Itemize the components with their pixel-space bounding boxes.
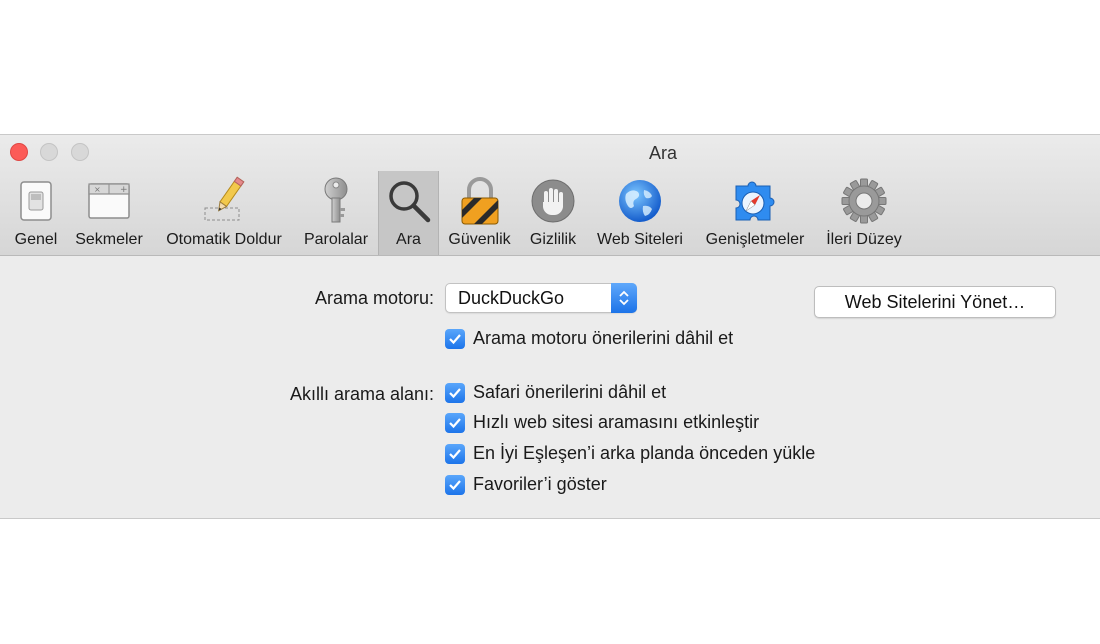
search-engine-label: Arama motoru: — [314, 288, 434, 308]
checkmark-icon — [445, 328, 465, 349]
preload-top-hit-checkbox[interactable]: En İyi Eşleşen’i arka planda önceden yük… — [445, 443, 815, 464]
globe-icon — [615, 175, 665, 227]
lock-icon — [455, 175, 505, 227]
key-icon — [311, 175, 361, 227]
show-favorites-checkbox[interactable]: Favoriler’i göster — [445, 474, 607, 495]
checkmark-icon — [445, 382, 465, 403]
svg-text:+: + — [120, 185, 128, 195]
manage-websites-button[interactable]: Web Sitelerini Yönet… — [814, 286, 1056, 318]
tab-ara[interactable]: Ara — [378, 171, 439, 255]
switch-icon — [11, 175, 61, 227]
tab-sekmeler[interactable]: × + Sekmeler — [68, 171, 150, 255]
tabs-icon: × + — [84, 175, 134, 227]
tab-genel[interactable]: Genel — [8, 171, 64, 255]
search-engine-value: DuckDuckGo — [458, 288, 565, 308]
svg-text:×: × — [94, 185, 101, 194]
tab-otomatik-doldur[interactable]: Otomatik Doldur — [155, 171, 293, 255]
puzzle-compass-icon — [730, 175, 780, 227]
safari-suggestions-checkbox[interactable]: Safari önerilerini dâhil et — [445, 382, 666, 403]
tab-ileri-duzey[interactable]: İleri Düzey — [818, 171, 910, 255]
checkmark-icon — [445, 443, 465, 464]
checkmark-icon — [445, 474, 465, 495]
chevron-updown-icon — [611, 283, 637, 313]
smart-search-field-label: Akıllı arama alanı: — [289, 384, 434, 404]
pencil-icon — [199, 175, 249, 227]
magnifier-icon — [384, 175, 434, 227]
search-engine-select[interactable]: DuckDuckGo — [445, 283, 637, 313]
checkmark-icon — [445, 412, 465, 433]
engine-suggestions-checkbox[interactable]: Arama motoru önerilerini dâhil et — [445, 328, 733, 349]
quick-website-search-checkbox[interactable]: Hızlı web sitesi aramasını etkinleştir — [445, 412, 759, 433]
tab-genisletmeler[interactable]: Genişletmeler — [696, 171, 814, 255]
gear-icon — [839, 175, 889, 227]
tab-gizlilik[interactable]: Gizlilik — [521, 171, 585, 255]
hand-icon — [528, 175, 578, 227]
window-title: Ara — [648, 143, 677, 163]
title-toolbar: Ara Genel × + Sekmeler Otomatik Doldur P… — [0, 135, 1100, 256]
preferences-window: Ara Genel × + Sekmeler Otomatik Doldur P… — [0, 134, 1100, 519]
tab-web-siteleri[interactable]: Web Siteleri — [589, 171, 691, 255]
tab-guvenlik[interactable]: Güvenlik — [443, 171, 516, 255]
tab-parolalar[interactable]: Parolalar — [298, 171, 374, 255]
